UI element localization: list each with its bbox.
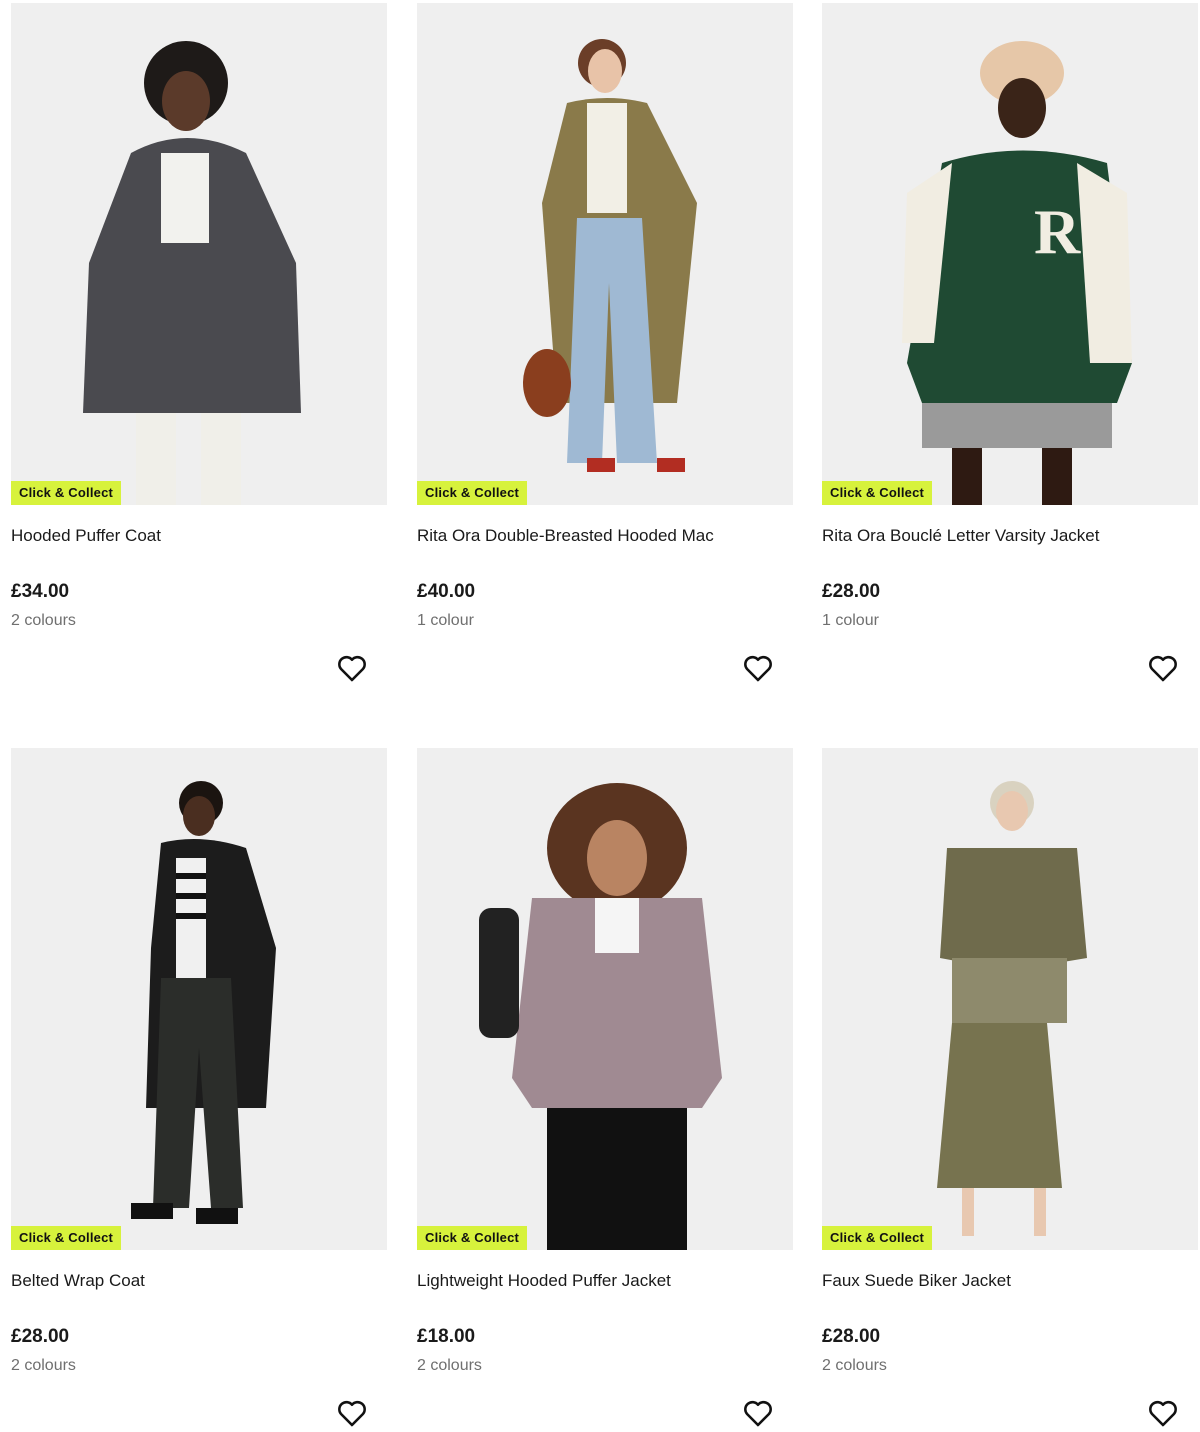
heart-outline-icon xyxy=(338,655,366,682)
product-name[interactable]: Belted Wrap Coat xyxy=(11,1271,145,1291)
product-card: Click & Collect Hooded Puffer Coat £34.0… xyxy=(11,3,387,703)
product-card: R Click & Collect Rita Ora Bouclé Letter… xyxy=(822,3,1198,703)
product-image[interactable]: Click & Collect xyxy=(11,3,387,505)
click-collect-badge: Click & Collect xyxy=(822,1226,933,1250)
heart-outline-icon xyxy=(1149,655,1177,682)
product-name[interactable]: Rita Ora Bouclé Letter Varsity Jacket xyxy=(822,526,1099,546)
svg-text:R: R xyxy=(1034,196,1081,267)
product-grid: Click & Collect Hooded Puffer Coat £34.0… xyxy=(0,0,1200,1432)
product-card: Click & Collect Rita Ora Double-Breasted… xyxy=(417,3,793,703)
product-price: £28.00 xyxy=(11,1326,70,1347)
product-colours: 1 colour xyxy=(822,612,879,629)
product-name[interactable]: Lightweight Hooded Puffer Jacket xyxy=(417,1271,671,1291)
product-price: £28.00 xyxy=(822,581,881,602)
model-photo xyxy=(822,748,1198,1250)
product-card: Click & Collect Lightweight Hooded Puffe… xyxy=(417,748,793,1432)
heart-outline-icon xyxy=(744,1400,772,1427)
model-photo: R xyxy=(822,3,1198,505)
product-price: £18.00 xyxy=(417,1326,476,1347)
click-collect-badge: Click & Collect xyxy=(11,481,122,505)
model-photo xyxy=(11,748,387,1250)
product-card: Click & Collect Belted Wrap Coat £28.00 … xyxy=(11,748,387,1432)
product-image[interactable]: Click & Collect xyxy=(417,748,793,1250)
wishlist-button[interactable] xyxy=(1146,651,1180,685)
product-name[interactable]: Hooded Puffer Coat xyxy=(11,526,161,546)
product-colours: 1 colour xyxy=(417,612,474,629)
model-photo xyxy=(417,748,793,1250)
wishlist-button[interactable] xyxy=(741,1396,775,1430)
product-colours: 2 colours xyxy=(822,1357,887,1374)
wishlist-button[interactable] xyxy=(1146,1396,1180,1430)
product-image[interactable]: R Click & Collect xyxy=(822,3,1198,505)
click-collect-badge: Click & Collect xyxy=(417,1226,528,1250)
product-image[interactable]: Click & Collect xyxy=(822,748,1198,1250)
product-colours: 2 colours xyxy=(417,1357,482,1374)
wishlist-button[interactable] xyxy=(335,1396,369,1430)
click-collect-badge: Click & Collect xyxy=(11,1226,122,1250)
heart-outline-icon xyxy=(744,655,772,682)
wishlist-button[interactable] xyxy=(335,651,369,685)
product-image[interactable]: Click & Collect xyxy=(417,3,793,505)
model-photo xyxy=(417,3,793,505)
product-name[interactable]: Rita Ora Double-Breasted Hooded Mac xyxy=(417,526,714,546)
product-price: £40.00 xyxy=(417,581,476,602)
product-card: Click & Collect Faux Suede Biker Jacket … xyxy=(822,748,1198,1432)
product-price: £28.00 xyxy=(822,1326,881,1347)
click-collect-badge: Click & Collect xyxy=(417,481,528,505)
model-photo xyxy=(11,3,387,505)
product-colours: 2 colours xyxy=(11,612,76,629)
product-image[interactable]: Click & Collect xyxy=(11,748,387,1250)
product-colours: 2 colours xyxy=(11,1357,76,1374)
wishlist-button[interactable] xyxy=(741,651,775,685)
product-name[interactable]: Faux Suede Biker Jacket xyxy=(822,1271,1011,1291)
click-collect-badge: Click & Collect xyxy=(822,481,933,505)
product-price: £34.00 xyxy=(11,581,70,602)
heart-outline-icon xyxy=(1149,1400,1177,1427)
heart-outline-icon xyxy=(338,1400,366,1427)
